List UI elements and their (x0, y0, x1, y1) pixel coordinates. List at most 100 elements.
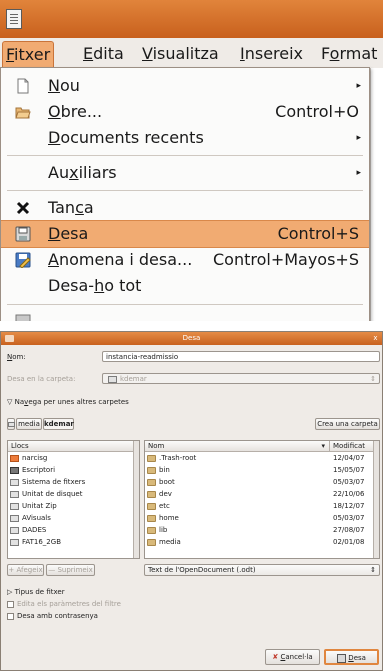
filename-input[interactable]: instancia-readmissio (102, 351, 380, 362)
file-name: lib (159, 526, 168, 534)
file-row[interactable]: boot 05/03/07 (145, 477, 373, 488)
menubar: Fitxer Edita Visualitza Insereix Format (0, 38, 383, 68)
menu-format[interactable]: Format (318, 41, 380, 66)
column-header-nom[interactable]: Nom ▾ (145, 441, 329, 452)
column-header-modificat[interactable]: Modificat (329, 441, 373, 452)
menu-fitxer[interactable]: Fitxer (2, 41, 55, 67)
path-edit-button[interactable] (7, 418, 15, 430)
create-folder-button[interactable]: Crea una carpeta (315, 418, 380, 430)
folder-combo: kdemar ⇕ (102, 373, 380, 384)
folder-icon (147, 490, 156, 498)
places-scrollbar[interactable] (133, 441, 139, 558)
dialog-title: Desa (182, 334, 201, 342)
menu-item-anomena-i-desa[interactable]: Anomena i desa... Control+Mayos+S (1, 247, 369, 273)
file-row[interactable]: dev 22/10/06 (145, 489, 373, 500)
path-crumb-media[interactable]: media (16, 418, 42, 430)
file-name: boot (159, 478, 175, 486)
cancel-button[interactable]: ✘ Cancel·la (265, 649, 320, 665)
add-bookmark-button: + Afegeix (7, 564, 44, 576)
floppy-icon (10, 490, 19, 498)
menu-item-desa[interactable]: Desa Control+S (1, 220, 369, 248)
file-name: dev (159, 490, 172, 498)
expander-arrow-icon: ▷ (7, 588, 15, 596)
file-row[interactable]: etc 18/12/07 (145, 501, 373, 512)
menu-visualitza[interactable]: Visualitza (139, 41, 222, 66)
menu-edita[interactable]: Edita (80, 41, 127, 66)
file-row[interactable]: .Trash-root 12/04/07 (145, 453, 373, 464)
menu-item-auxiliars[interactable]: Auxiliars ▸ (1, 160, 369, 186)
place-item[interactable]: DADES (8, 525, 46, 536)
filetype-expander[interactable]: ▷ Tipus de fitxer (7, 588, 65, 596)
menu-item-documents-recents[interactable]: Documents recents ▸ (1, 125, 369, 151)
home-icon (10, 454, 19, 462)
desktop-icon (10, 466, 19, 474)
close-icon (16, 201, 30, 215)
combo-arrows-icon: ⇕ (370, 566, 376, 574)
path-crumb-kdemar[interactable]: kdemar (43, 418, 74, 430)
file-row[interactable]: bin 15/05/07 (145, 465, 373, 476)
file-name: etc (159, 502, 170, 510)
document-icon[interactable] (6, 9, 22, 29)
edit-filter-checkbox: Edita els paràmetres del filtre (7, 600, 121, 608)
folder-icon (147, 538, 156, 546)
place-item[interactable]: Escriptori (8, 465, 55, 476)
file-name: .Trash-root (159, 454, 197, 462)
file-row[interactable]: lib 27/08/07 (145, 525, 373, 536)
place-item[interactable]: FAT16_2GB (8, 537, 61, 548)
file-date: 27/08/07 (333, 526, 365, 534)
dialog-titlebar: Desa x (1, 332, 382, 345)
file-date: 15/05/07 (333, 466, 365, 474)
window-menu-icon[interactable] (5, 335, 14, 342)
menu-insereix[interactable]: Insereix (237, 41, 306, 66)
file-date: 22/10/06 (333, 490, 365, 498)
folder-icon (147, 502, 156, 510)
file-name: bin (159, 466, 170, 474)
places-header[interactable]: Llocs (8, 441, 133, 452)
folder-icon (147, 454, 156, 462)
sort-down-icon: ▾ (321, 442, 325, 450)
save-button[interactable]: Desa (324, 649, 379, 665)
remove-bookmark-button: — Suprimeix (46, 564, 95, 576)
new-document-icon (17, 78, 29, 94)
drive-icon (10, 538, 19, 546)
menu-item-desa-ho-tot[interactable]: Desa-ho tot (1, 273, 369, 299)
menu-separator (7, 304, 363, 305)
folder-icon (147, 526, 156, 534)
password-checkbox[interactable]: Desa amb contrasenya (7, 612, 98, 620)
checkbox-icon (7, 600, 14, 608)
document-edge (370, 68, 383, 321)
drive-icon (8, 421, 15, 427)
folder-icon (147, 466, 156, 474)
browse-expander[interactable]: ▽ Navega per unes altres carpetes (7, 398, 129, 406)
place-item[interactable]: AVisuals (8, 513, 51, 524)
place-item[interactable]: Unitat de disquet (8, 489, 82, 500)
save-as-icon (15, 252, 31, 268)
files-pane: Nom ▾ Modificat .Trash-root 12/04/07 bin 15/… (144, 440, 380, 559)
file-row[interactable]: media 02/01/08 (145, 537, 373, 548)
partial-menu-icon (15, 314, 31, 321)
combo-arrows-icon: ⇕ (370, 375, 376, 383)
menu-item-obre[interactable]: Obre... Control+O (1, 99, 369, 125)
place-item[interactable]: Unitat Zip (8, 501, 57, 512)
place-item[interactable]: narcisg (8, 453, 47, 464)
menu-item-cut-off (1, 309, 369, 321)
folder-icon (147, 478, 156, 486)
drive-icon (10, 502, 19, 510)
close-icon[interactable]: x (371, 334, 380, 343)
save-dialog: Desa x Nom: instancia-readmissio Desa en… (0, 331, 383, 671)
submenu-arrow-icon: ▸ (356, 168, 361, 178)
menu-item-tanca[interactable]: Tanca (1, 195, 369, 221)
filetype-combo[interactable]: Text de l'OpenDocument (.odt) ⇕ (144, 564, 380, 576)
drive-icon (10, 526, 19, 534)
submenu-arrow-icon: ▸ (356, 81, 361, 91)
menu-item-nou[interactable]: Nou ▸ (1, 73, 369, 99)
drive-icon (10, 514, 19, 522)
file-name: media (159, 538, 181, 546)
name-label: Nom: (7, 353, 26, 361)
place-item[interactable]: Sistema de fitxers (8, 477, 85, 488)
file-date: 05/03/07 (333, 478, 365, 486)
files-scrollbar[interactable] (373, 441, 379, 558)
submenu-arrow-icon: ▸ (356, 133, 361, 143)
file-row[interactable]: home 05/03/07 (145, 513, 373, 524)
file-date: 18/12/07 (333, 502, 365, 510)
